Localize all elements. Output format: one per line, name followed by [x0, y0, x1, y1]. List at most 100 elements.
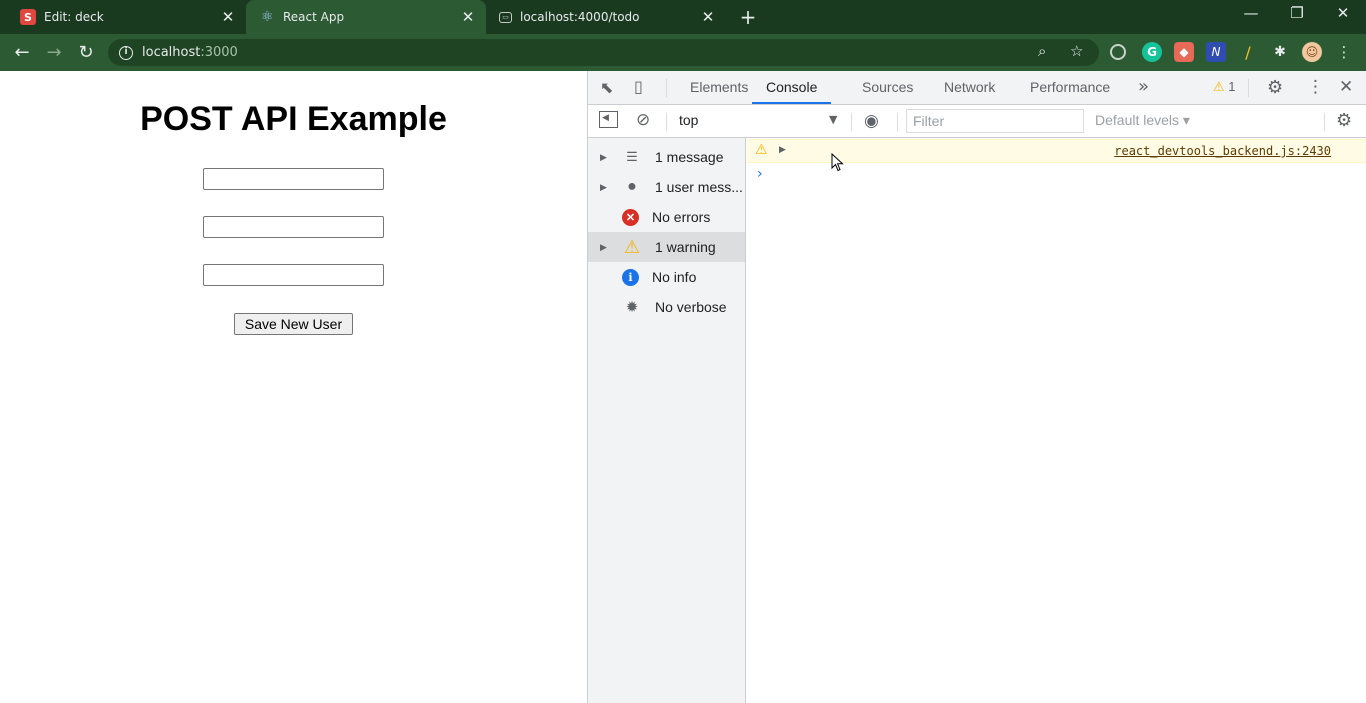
forward-button[interactable]: →	[38, 42, 70, 63]
slides-icon: S	[20, 9, 36, 25]
sidebar-item-label: No errors	[652, 209, 711, 225]
extension-record-icon[interactable]	[1110, 44, 1126, 60]
info-icon: i	[622, 268, 639, 286]
mouse-cursor-icon	[831, 153, 844, 172]
bookmark-star-icon[interactable]: ☆	[1070, 42, 1083, 60]
back-button[interactable]: ←	[6, 42, 38, 63]
sidebar-item-warnings[interactable]: ▶ ⚠ 1 warning	[588, 232, 745, 262]
log-levels-dropdown[interactable]: Default levels ▾	[1095, 112, 1190, 129]
tab-title: React App	[283, 10, 345, 24]
list-icon: ☰	[626, 149, 638, 164]
sidebar-item-messages[interactable]: ▶ ☰ 1 message	[588, 142, 745, 172]
divider	[666, 113, 667, 131]
divider	[666, 79, 667, 97]
filter-input[interactable]: Filter	[906, 109, 1084, 133]
bug-icon: ✹	[625, 299, 639, 316]
zoom-icon[interactable]: ⌕	[1038, 42, 1046, 60]
error-icon: ✕	[622, 208, 639, 226]
tab-performance[interactable]: Performance	[1030, 71, 1110, 104]
grammarly-icon[interactable]: G	[1142, 42, 1162, 62]
console-toolbar: ◀ ⊘ top ▼ ◉ Filter Default levels ▾ ⚙	[588, 105, 1366, 138]
url-port: :3000	[200, 45, 238, 60]
sidebar-item-label: No info	[652, 269, 697, 285]
warning-count-badge[interactable]: ⚠ 1	[1213, 79, 1236, 95]
console-sidebar: ▶ ☰ 1 message ▶ ● 1 user mess... ▶ ✕ No …	[588, 138, 746, 703]
address-bar[interactable]: i localhost:3000 ⌕ ☆	[108, 39, 1099, 66]
sidebar-item-user-messages[interactable]: ▶ ● 1 user mess...	[588, 172, 745, 202]
warning-icon: ⚠	[623, 236, 641, 257]
restore-button[interactable]: ❐	[1274, 4, 1320, 22]
tab-elements[interactable]: Elements	[690, 71, 748, 104]
browser-toolbar: ← → ↻ i localhost:3000 ⌕ ☆ G ◆ N / ✱ ☺ ⋮	[0, 34, 1366, 71]
browser-menu-icon[interactable]: ⋮	[1334, 42, 1354, 62]
settings-gear-icon[interactable]: ⚙	[1267, 77, 1283, 98]
browser-tab-react-app[interactable]: ⚛ React App ✕	[246, 0, 486, 34]
close-tab-icon[interactable]: ✕	[218, 8, 238, 26]
profile-avatar[interactable]: ☺	[1302, 42, 1322, 62]
email-input[interactable]	[203, 216, 384, 238]
tab-title: localhost:4000/todo	[520, 10, 640, 24]
expand-arrow-icon[interactable]: ▶	[600, 242, 614, 253]
url-host: localhost	[142, 45, 201, 60]
console-messages: ⚠ ▶ react_devtools_backend.js:2430 ›	[747, 138, 1366, 703]
extensions-puzzle-icon[interactable]: ✱	[1270, 42, 1290, 62]
tab-sources[interactable]: Sources	[862, 71, 913, 104]
name-input[interactable]	[203, 168, 384, 190]
minimize-button[interactable]: —	[1228, 4, 1274, 22]
sidebar-item-label: No verbose	[655, 299, 727, 315]
live-expression-eye-icon[interactable]: ◉	[864, 111, 879, 131]
devtools-menu-icon[interactable]: ⋮	[1307, 77, 1324, 97]
sidebar-item-errors[interactable]: ▶ ✕ No errors	[588, 202, 745, 232]
extension-n-icon[interactable]: N	[1206, 42, 1226, 62]
divider	[1248, 79, 1249, 97]
tab-network[interactable]: Network	[944, 71, 995, 104]
divider	[1324, 113, 1325, 131]
sidebar-item-label: 1 user mess...	[655, 179, 743, 195]
expand-arrow-icon[interactable]: ▶	[600, 152, 614, 163]
console-prompt[interactable]: ›	[757, 166, 763, 182]
page-viewport: POST API Example Save New User	[0, 71, 587, 703]
browser-tab-todo[interactable]: ▭ localhost:4000/todo ✕	[486, 0, 726, 34]
browser-tab-edit-deck[interactable]: S Edit: deck ✕	[0, 0, 246, 34]
sidebar-item-info[interactable]: ▶ i No info	[588, 262, 745, 292]
more-tabs-icon[interactable]: »	[1138, 76, 1149, 97]
tab-console[interactable]: Console	[752, 71, 832, 104]
chevron-down-icon[interactable]: ▼	[829, 113, 837, 126]
user-icon: ●	[627, 178, 637, 195]
warning-icon: ⚠	[1213, 79, 1225, 94]
tab-title: Edit: deck	[44, 10, 104, 24]
sidebar-item-label: 1 warning	[655, 239, 716, 255]
close-tab-icon[interactable]: ✕	[458, 8, 478, 26]
close-tab-icon[interactable]: ✕	[698, 8, 718, 26]
warning-count: 1	[1228, 79, 1236, 94]
expand-arrow-icon[interactable]: ▶	[779, 145, 786, 155]
react-icon: ⚛	[260, 9, 274, 25]
page-icon: ▭	[499, 11, 512, 23]
divider	[897, 113, 898, 131]
close-devtools-icon[interactable]: ✕	[1339, 77, 1353, 97]
browser-tabstrip: S Edit: deck ✕ ⚛ React App ✕ ▭ localhost…	[0, 0, 1366, 34]
window-close-button[interactable]: ✕	[1320, 4, 1366, 22]
site-info-icon[interactable]: i	[119, 45, 133, 60]
devtools-tabbar: ⬉ ▯ Elements Console Sources Network Per…	[588, 71, 1366, 105]
page-title: POST API Example	[140, 100, 447, 138]
console-settings-gear-icon[interactable]: ⚙	[1336, 110, 1352, 131]
extension-red-icon[interactable]: ◆	[1174, 42, 1194, 62]
reload-button[interactable]: ↻	[70, 42, 102, 63]
sidebar-item-verbose[interactable]: ▶ ✹ No verbose	[588, 292, 745, 322]
devtools-panel: ⬉ ▯ Elements Console Sources Network Per…	[587, 71, 1366, 703]
sidebar-item-label: 1 message	[655, 149, 724, 165]
sidebar-toggle-icon[interactable]: ◀	[599, 111, 618, 128]
save-new-user-button[interactable]: Save New User	[234, 313, 353, 335]
inspect-element-icon[interactable]: ⬉	[600, 78, 613, 97]
new-tab-button[interactable]: +	[736, 5, 760, 29]
warning-icon: ⚠	[755, 142, 768, 158]
source-link[interactable]: react_devtools_backend.js:2430	[1114, 144, 1331, 158]
mobile-input[interactable]	[203, 264, 384, 286]
highlighter-icon[interactable]: /	[1238, 42, 1258, 62]
device-toolbar-icon[interactable]: ▯	[634, 77, 643, 96]
context-selector[interactable]: top	[679, 112, 698, 128]
expand-arrow-icon[interactable]: ▶	[600, 182, 614, 193]
clear-console-icon[interactable]: ⊘	[636, 110, 650, 130]
divider	[851, 113, 852, 131]
